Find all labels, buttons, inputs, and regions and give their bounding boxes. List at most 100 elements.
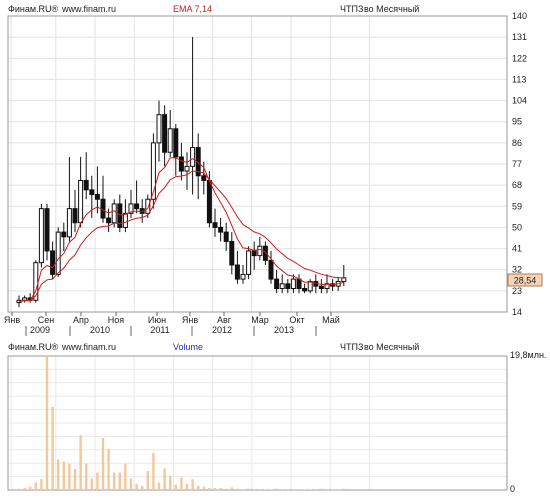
candle-body-down [178, 156, 184, 172]
volume-bar [29, 486, 32, 490]
volume-bar [253, 489, 256, 490]
volume-bar [286, 489, 289, 490]
volume-bar [124, 463, 127, 490]
candle-body-down [50, 250, 56, 275]
x-tick-label: Май [322, 315, 340, 325]
volume-bar [197, 485, 200, 490]
price-y-tick-label: 50 [512, 222, 522, 232]
candle-body-down [268, 259, 274, 280]
volume-bar [269, 489, 273, 490]
volume-bar [247, 488, 250, 490]
candle-body-down [134, 203, 140, 210]
price-y-tick-label: 59 [512, 201, 522, 211]
candle-body-down [251, 250, 257, 257]
last-price-label: 28,54 [514, 276, 537, 286]
candle-body-up [240, 273, 246, 280]
volume-bar [34, 482, 37, 490]
volume-bar [275, 488, 278, 490]
volume-bar [73, 469, 77, 490]
vol-header-site: www.finam.ru [61, 342, 116, 352]
candle-body-up [184, 165, 190, 172]
candle-body-up [290, 278, 296, 290]
x-tick-label: Июн [148, 315, 166, 325]
volume-bar [230, 487, 233, 490]
header-period: во Месячный [364, 4, 419, 14]
candle-body-up [341, 277, 347, 282]
candle-body-up [111, 203, 117, 224]
volume-bar [297, 489, 301, 490]
x-tick-label: Мар [251, 315, 269, 325]
volume-bar [320, 488, 323, 490]
price-y-tick-label: 32 [512, 265, 522, 275]
candle-body-down [285, 283, 291, 290]
candle-body-down [234, 264, 240, 280]
header-site: www.finam.ru [61, 4, 116, 14]
price-y-tick-label: 14 [512, 307, 522, 317]
volume-bar [225, 488, 228, 490]
vol-header-period: во Месячный [364, 342, 419, 352]
candle-body-up [122, 212, 128, 228]
volume-bar [152, 452, 155, 490]
volume-bar [85, 463, 88, 490]
volume-bar [236, 488, 239, 490]
x-tick-label: Янв [182, 315, 198, 325]
vol-header-indicator: Volume [173, 342, 203, 352]
candle-body-down [318, 285, 324, 290]
candle-body-down [274, 278, 280, 290]
x-tick-label: Янв [4, 315, 20, 325]
volume-bar [241, 489, 245, 490]
candle-body-up [167, 128, 173, 153]
candle-body-down [302, 288, 308, 292]
volume-bar [264, 489, 267, 490]
volume-bar [107, 448, 110, 490]
volume-bar [113, 472, 116, 490]
vol-header-source: Финам.RU® [8, 342, 59, 352]
candle-body-up [66, 208, 72, 238]
candle-body-up [55, 231, 61, 275]
price-y-tick-label: 23 [512, 286, 522, 296]
volume-bar [79, 435, 82, 490]
x-year-label: 2010 [90, 325, 110, 335]
volume-bar [191, 479, 194, 490]
volume-bar [185, 483, 189, 490]
header-source: Финам.RU® [8, 4, 59, 14]
header-indicator: EMA 7,14 [173, 4, 212, 14]
volume-bar [219, 487, 222, 490]
volume-bar [163, 468, 166, 490]
candle [55, 227, 61, 277]
candle-body-down [206, 179, 212, 224]
candle [307, 279, 313, 294]
price-y-tick-label: 95 [512, 117, 522, 127]
candle-body-up [156, 114, 162, 144]
volume-bar [169, 475, 172, 490]
volume-bar [23, 487, 26, 490]
x-tick-label: Окт [289, 315, 304, 325]
volume-bar [314, 489, 317, 490]
volume-bar [45, 356, 49, 490]
volume-bar [17, 488, 21, 490]
candle-body-down [106, 217, 112, 224]
price-y-tick-label: 104 [512, 96, 527, 106]
volume-bar [309, 489, 312, 490]
volume-bar [40, 479, 43, 490]
price-y-tick-label: 122 [512, 53, 527, 63]
candle-body-down [61, 231, 67, 238]
candle-body-down [162, 114, 168, 153]
last-price-badge: 28,54 [507, 273, 543, 287]
candle-body-down [201, 175, 207, 181]
volume-bar [129, 478, 133, 490]
volume-y-min: 0 [510, 484, 515, 494]
vol-header-instrument: ЧТПЗ [340, 342, 363, 352]
volume-bar [342, 488, 345, 490]
candle-body-down [44, 208, 50, 252]
candle-body-down [173, 128, 179, 158]
candle-body-up [190, 147, 196, 167]
candle-body-down [72, 208, 78, 224]
candle-body-up [279, 283, 285, 290]
candle-body-up [307, 280, 313, 292]
price-y-tick-label: 77 [512, 159, 522, 169]
volume-bar [292, 489, 295, 490]
volume-bar [325, 489, 329, 490]
header-instrument: ЧТПЗ [340, 4, 363, 14]
volume-bar [208, 487, 211, 490]
